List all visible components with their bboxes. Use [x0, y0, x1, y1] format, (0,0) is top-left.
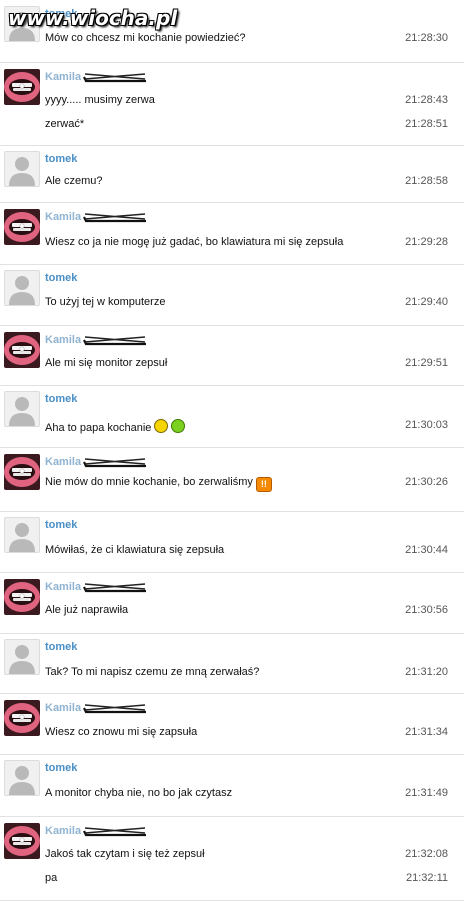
message-text-content: Jakoś tak czytam i się też zepsuł: [45, 848, 205, 860]
message-timestamp: 21:28:30: [405, 32, 448, 44]
message-group: Kamila Wiesz co ja nie mogę już gadać, bo…: [0, 202, 464, 265]
sender-name[interactable]: Kamila: [45, 825, 81, 837]
message-group: Kamila Nie mów do mnie kochanie, bo zerwa…: [0, 447, 464, 512]
person-silhouette-icon[interactable]: [4, 760, 40, 796]
message-timestamp: 21:32:08: [405, 848, 448, 860]
sender-name[interactable]: tomek: [45, 519, 77, 531]
message-timestamp: 21:29:40: [405, 296, 448, 308]
message-timestamp: 21:30:44: [405, 544, 448, 556]
message-group: tomek Mówiłaś, że ci klawiatura się zepsu…: [0, 511, 464, 573]
message-text: Ale mi się monitor zepsuł: [45, 357, 404, 369]
message-timestamp: 21:32:11: [405, 872, 448, 884]
message-text-content: Ale już naprawiła: [45, 604, 129, 616]
sender-name[interactable]: tomek: [45, 762, 77, 774]
message-text: Ale już naprawiła: [45, 604, 404, 616]
message-timestamp: 21:30:03: [405, 419, 448, 431]
wink-emoticon-icon: [171, 419, 186, 433]
message-timestamp: 21:28:43: [405, 94, 448, 106]
smile-emoticon-icon: [154, 419, 169, 433]
message-group: tomek A monitor chyba nie, no bo jak czyt…: [0, 754, 464, 817]
person-silhouette-icon[interactable]: [4, 639, 40, 675]
message-timestamp: 21:30:26: [405, 476, 448, 488]
message-timestamp: 21:28:58: [405, 175, 448, 187]
lips-avatar[interactable]: [4, 454, 40, 490]
redacted-surname-scribble: [82, 70, 146, 83]
redacted-surname-scribble: [82, 701, 146, 714]
lips-avatar[interactable]: [4, 823, 40, 859]
message-text: zerwać*: [45, 118, 404, 130]
message-group: tomek To użyj tej w komputerze 21:29:40: [0, 264, 464, 326]
message-text-content: Aha to papa kochanie: [45, 422, 152, 434]
message-group: Kamila Jakoś tak czytam i się też zepsuł 2…: [0, 816, 464, 901]
exclamation-emoticon-icon: !!: [255, 477, 272, 492]
message-group: Kamila Ale już naprawiła 21:30:56: [0, 572, 464, 634]
message-timestamp: 21:28:51: [405, 118, 448, 130]
person-silhouette-icon[interactable]: [4, 270, 40, 306]
message-text: Aha to papa kochanie: [45, 419, 404, 434]
message-text-content: Ale czemu?: [45, 175, 103, 187]
message-group: Kamila Wiesz co znowu mi się zapsuła 21:31…: [0, 693, 464, 755]
message-text: Nie mów do mnie kochanie, bo zerwaliśmy!…: [45, 476, 404, 492]
message-text-content: Ale mi się monitor zepsuł: [45, 357, 168, 369]
message-text: yyyy..... musimy zerwa: [45, 94, 404, 106]
message-text-content: Wiesz co znowu mi się zapsuła: [45, 726, 198, 738]
lips-avatar[interactable]: [4, 579, 40, 615]
message-text: Mów co chcesz mi kochanie powiedzieć?: [45, 32, 404, 44]
message-text: To użyj tej w komputerze: [45, 296, 404, 308]
redacted-surname-scribble: [82, 455, 146, 468]
message-timestamp: 21:31:49: [405, 787, 448, 799]
message-timestamp: 21:29:51: [405, 357, 448, 369]
message-group: Kamila yyyy..... musimy zerwa 21:28:43 zerw…: [0, 62, 464, 146]
redacted-surname-scribble: [82, 210, 146, 223]
message-text-content: Nie mów do mnie kochanie, bo zerwaliśmy: [45, 476, 253, 488]
sender-name[interactable]: tomek: [45, 393, 77, 405]
message-text-content: Wiesz co ja nie mogę już gadać, bo klawi…: [45, 236, 344, 248]
message-text: Jakoś tak czytam i się też zepsuł: [45, 848, 404, 860]
message-timestamp: 21:29:28: [405, 236, 448, 248]
message-timestamp: 21:31:20: [405, 666, 448, 678]
lips-avatar[interactable]: [4, 332, 40, 368]
message-timestamp: 21:30:56: [405, 604, 448, 616]
sender-name[interactable]: tomek: [45, 641, 77, 653]
person-silhouette-icon[interactable]: [4, 517, 40, 553]
redacted-surname-scribble: [82, 333, 146, 346]
message-group: tomek Tak? To mi napisz czemu ze mną zerw…: [0, 633, 464, 694]
sender-name[interactable]: Kamila: [45, 71, 81, 83]
message-text: A monitor chyba nie, no bo jak czytasz: [45, 787, 404, 799]
message-text: Mówiłaś, że ci klawiatura się zepsuła: [45, 544, 404, 556]
person-silhouette-icon[interactable]: [4, 391, 40, 427]
message-text-content: To użyj tej w komputerze: [45, 296, 166, 308]
message-text-content: Mów co chcesz mi kochanie powiedzieć?: [45, 32, 246, 44]
sender-name[interactable]: Kamila: [45, 581, 81, 593]
message-group: Kamila Ale mi się monitor zepsuł 21:29:51: [0, 325, 464, 386]
sender-name[interactable]: Kamila: [45, 334, 81, 346]
message-text-content: zerwać*: [45, 118, 85, 130]
message-text-content: yyyy..... musimy zerwa: [45, 94, 155, 106]
message-text-content: A monitor chyba nie, no bo jak czytasz: [45, 787, 233, 799]
message-text: Wiesz co ja nie mogę już gadać, bo klawi…: [45, 236, 404, 248]
sender-name[interactable]: tomek: [45, 272, 77, 284]
sender-name[interactable]: Kamila: [45, 456, 81, 468]
message-text: Tak? To mi napisz czemu ze mną zerwałaś?: [45, 666, 404, 678]
redacted-surname-scribble: [82, 580, 146, 593]
message-text: Ale czemu?: [45, 175, 404, 187]
lips-avatar[interactable]: [4, 700, 40, 736]
redacted-surname-scribble: [82, 824, 146, 837]
message-text-content: Tak? To mi napisz czemu ze mną zerwałaś?: [45, 666, 260, 678]
message-timestamp: 21:31:34: [405, 726, 448, 738]
sender-name[interactable]: tomek: [45, 153, 77, 165]
lips-avatar[interactable]: [4, 69, 40, 105]
message-group: tomek Ale czemu? 21:28:58: [0, 145, 464, 203]
person-silhouette-icon[interactable]: [4, 151, 40, 187]
sender-name[interactable]: Kamila: [45, 211, 81, 223]
watermark-logo: www.wiocha.pl: [8, 6, 178, 30]
message-text: pa: [45, 872, 404, 884]
sender-name[interactable]: Kamila: [45, 702, 81, 714]
message-group: tomek Aha to papa kochanie 21:30:03: [0, 385, 464, 448]
message-text-content: pa: [45, 872, 58, 884]
message-text: Wiesz co znowu mi się zapsuła: [45, 726, 404, 738]
message-text-content: Mówiłaś, że ci klawiatura się zepsuła: [45, 544, 225, 556]
lips-avatar[interactable]: [4, 209, 40, 245]
